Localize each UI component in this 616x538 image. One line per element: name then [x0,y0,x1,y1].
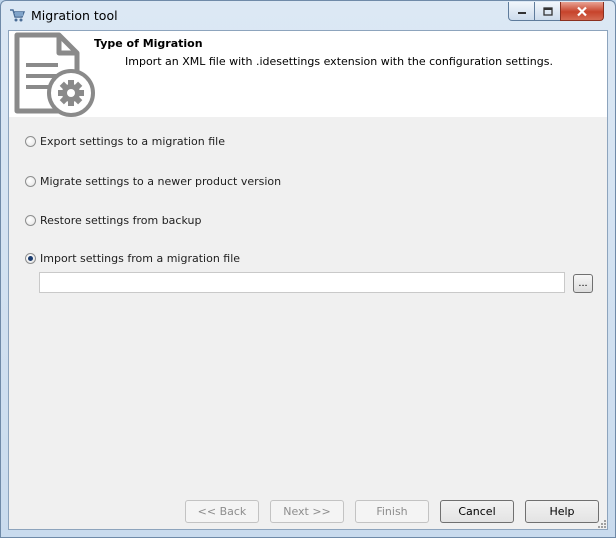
next-button[interactable]: Next >> [270,500,344,523]
document-gear-icon [14,32,95,117]
radio-export[interactable] [25,136,36,147]
maximize-icon [542,6,553,16]
migration-tool-window: Migration tool Type of Migration Import … [0,0,616,538]
close-button[interactable] [560,2,604,21]
help-button[interactable]: Help [525,500,599,523]
minimize-icon [517,12,526,14]
option-migrate[interactable]: Migrate settings to a newer product vers… [25,175,281,188]
option-restore-label: Restore settings from backup [40,214,202,227]
radio-migrate[interactable] [25,176,36,187]
maximize-button[interactable] [534,2,561,21]
wizard-header: Type of Migration Import an XML file wit… [9,31,607,117]
header-description: Import an XML file with .idesettings ext… [125,55,553,68]
resize-grip-icon[interactable] [597,519,607,529]
option-import[interactable]: Import settings from a migration file [25,252,240,265]
option-migrate-label: Migrate settings to a newer product vers… [40,175,282,188]
dialog-client: Type of Migration Import an XML file wit… [8,30,608,530]
header-title: Type of Migration [94,37,203,50]
minimize-button[interactable] [508,2,535,21]
back-button[interactable]: << Back [185,500,259,523]
finish-button[interactable]: Finish [355,500,429,523]
migration-file-path-input[interactable] [39,272,565,293]
close-icon [577,6,587,16]
browse-button[interactable]: ... [573,274,593,293]
option-export-label: Export settings to a migration file [40,135,225,148]
radio-import[interactable] [25,253,36,264]
window-title: Migration tool [31,8,118,23]
radio-restore[interactable] [25,215,36,226]
option-restore[interactable]: Restore settings from backup [25,214,201,227]
cancel-button[interactable]: Cancel [440,500,514,523]
cart-icon [10,9,25,22]
title-bar[interactable]: Migration tool [1,1,615,29]
option-import-label: Import settings from a migration file [40,252,241,265]
option-export[interactable]: Export settings to a migration file [25,135,225,148]
